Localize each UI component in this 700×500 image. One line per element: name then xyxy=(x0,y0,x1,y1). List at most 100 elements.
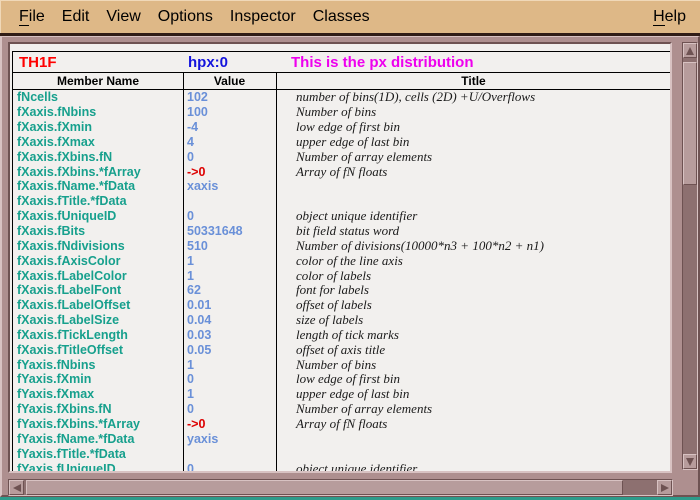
table-row[interactable]: fYaxis.fXbins.*fArray->0Array of fN floa… xyxy=(13,417,671,432)
value-cell: 1 xyxy=(183,387,276,401)
value-cell: 102 xyxy=(183,90,276,104)
class-name-label: TH1F xyxy=(19,54,57,71)
table-row[interactable]: fXaxis.fXbins.fN0Number of array element… xyxy=(13,149,671,164)
table-row[interactable]: fXaxis.fXmax4upper edge of last bin xyxy=(13,135,671,150)
table-row[interactable]: fXaxis.fBits50331648bit field status wor… xyxy=(13,224,671,239)
member-name-cell: fXaxis.fName.*fData xyxy=(13,179,183,193)
table-row[interactable]: fXaxis.fName.*fDataxaxis xyxy=(13,179,671,194)
table-row[interactable]: fXaxis.fLabelFont62font for labels xyxy=(13,283,671,298)
table-row[interactable]: fYaxis.fTitle.*fData xyxy=(13,446,671,461)
table-row[interactable]: fNcells102number of bins(1D), cells (2D)… xyxy=(13,90,671,105)
table-row[interactable]: fXaxis.fLabelSize0.04size of labels xyxy=(13,313,671,328)
menu-item-options[interactable]: Options xyxy=(158,8,213,26)
member-name-cell: fXaxis.fLabelOffset xyxy=(13,298,183,312)
menu-item-file[interactable]: File xyxy=(19,8,45,26)
up-arrow-icon xyxy=(686,47,694,55)
object-title-label: This is the px distribution xyxy=(291,54,474,71)
column-header-member-name: Member Name xyxy=(13,74,183,88)
value-cell: 0 xyxy=(183,150,276,164)
title-cell: length of tick marks xyxy=(276,327,671,343)
scroll-left-button[interactable] xyxy=(9,480,24,495)
object-name-label: hpx:0 xyxy=(188,54,228,71)
scroll-up-button[interactable] xyxy=(683,43,697,58)
title-cell: low edge of first bin xyxy=(276,119,671,135)
table-row[interactable]: fXaxis.fNdivisions510Number of divisions… xyxy=(13,238,671,253)
value-cell: 0 xyxy=(183,372,276,386)
member-name-cell: fXaxis.fLabelColor xyxy=(13,269,183,283)
horizontal-scrollbar[interactable] xyxy=(8,479,673,496)
column-header-value: Value xyxy=(183,74,276,88)
title-cell: Number of array elements xyxy=(276,149,671,165)
title-cell: bit field status word xyxy=(276,223,671,239)
scroll-down-button[interactable] xyxy=(683,454,697,469)
left-arrow-icon xyxy=(13,484,21,492)
member-name-cell: fYaxis.fNbins xyxy=(13,358,183,372)
table-row[interactable]: fXaxis.fTitle.*fData xyxy=(13,194,671,209)
menu-item-inspector[interactable]: Inspector xyxy=(230,8,296,26)
title-cell: Array of fN floats xyxy=(276,416,671,432)
value-cell: 1 xyxy=(183,269,276,283)
value-cell: 510 xyxy=(183,239,276,253)
title-cell: offset of labels xyxy=(276,297,671,313)
member-name-cell: fXaxis.fLabelSize xyxy=(13,313,183,327)
table-row[interactable]: fYaxis.fName.*fDatayaxis xyxy=(13,431,671,446)
title-cell: object unique identifier xyxy=(276,461,671,473)
member-name-cell: fXaxis.fAxisColor xyxy=(13,254,183,268)
member-name-cell: fYaxis.fTitle.*fData xyxy=(13,447,183,461)
value-cell: yaxis xyxy=(183,432,276,446)
menu-item-classes[interactable]: Classes xyxy=(313,8,370,26)
member-name-cell: fYaxis.fName.*fData xyxy=(13,432,183,446)
table-row[interactable]: fYaxis.fXmin0low edge of first bin xyxy=(13,372,671,387)
table-row[interactable]: fXaxis.fUniqueID0object unique identifie… xyxy=(13,209,671,224)
table-row[interactable]: fXaxis.fLabelColor1color of labels xyxy=(13,268,671,283)
title-cell: Number of bins xyxy=(276,104,671,120)
title-cell: font for labels xyxy=(276,282,671,298)
value-cell: 100 xyxy=(183,105,276,119)
value-cell: 4 xyxy=(183,135,276,149)
title-cell: size of labels xyxy=(276,312,671,328)
value-cell: 0 xyxy=(183,209,276,223)
title-cell: upper edge of last bin xyxy=(276,386,671,402)
member-name-cell: fXaxis.fXbins.*fArray xyxy=(13,165,183,179)
title-cell: object unique identifier xyxy=(276,208,671,224)
menu-bar: File Edit View Options Inspector Classes Help xyxy=(0,0,700,33)
menu-item-help[interactable]: Help xyxy=(653,8,686,26)
table-row[interactable]: fYaxis.fXmax1upper edge of last bin xyxy=(13,387,671,402)
value-cell: ->0 xyxy=(183,165,276,179)
vertical-scrollbar[interactable] xyxy=(682,42,698,470)
horizontal-scroll-thumb[interactable] xyxy=(26,480,623,495)
table-row[interactable]: fYaxis.fUniqueID0object unique identifie… xyxy=(13,461,671,473)
table-row[interactable]: fXaxis.fTickLength0.03length of tick mar… xyxy=(13,328,671,343)
table-row[interactable]: fXaxis.fLabelOffset0.01offset of labels xyxy=(13,298,671,313)
title-cell: offset of axis title xyxy=(276,342,671,358)
title-cell: Number of divisions(10000*n3 + 100*n2 + … xyxy=(276,238,671,254)
member-name-cell: fXaxis.fBits xyxy=(13,224,183,238)
member-name-cell: fXaxis.fLabelFont xyxy=(13,283,183,297)
table-row[interactable]: fXaxis.fXbins.*fArray->0Array of fN floa… xyxy=(13,164,671,179)
menu-item-view[interactable]: View xyxy=(106,8,140,26)
table-row[interactable]: fYaxis.fXbins.fN0Number of array element… xyxy=(13,402,671,417)
member-name-cell: fXaxis.fNdivisions xyxy=(13,239,183,253)
member-name-cell: fYaxis.fXmin xyxy=(13,372,183,386)
inspector-table: TH1F hpx:0 This is the px distribution M… xyxy=(12,51,671,473)
menu-hotkey-letter: F xyxy=(19,8,29,26)
member-name-cell: fXaxis.fXbins.fN xyxy=(13,150,183,164)
table-row[interactable]: fYaxis.fNbins1Number of bins xyxy=(13,357,671,372)
vertical-scroll-thumb[interactable] xyxy=(683,62,697,185)
title-cell: Number of array elements xyxy=(276,401,671,417)
menu-item-edit[interactable]: Edit xyxy=(62,8,90,26)
member-name-cell: fXaxis.fTickLength xyxy=(13,328,183,342)
title-cell: color of labels xyxy=(276,268,671,284)
member-name-cell: fYaxis.fXbins.fN xyxy=(13,402,183,416)
table-row[interactable]: fXaxis.fXmin-4low edge of first bin xyxy=(13,120,671,135)
member-name-cell: fXaxis.fTitle.*fData xyxy=(13,194,183,208)
value-cell: 0 xyxy=(183,402,276,416)
value-cell: xaxis xyxy=(183,179,276,193)
scroll-right-button[interactable] xyxy=(657,480,672,495)
member-name-cell: fXaxis.fNbins xyxy=(13,105,183,119)
table-row[interactable]: fXaxis.fTitleOffset0.05offset of axis ti… xyxy=(13,342,671,357)
member-name-cell: fYaxis.fXmax xyxy=(13,387,183,401)
table-row[interactable]: fXaxis.fNbins100Number of bins xyxy=(13,105,671,120)
table-row[interactable]: fXaxis.fAxisColor1color of the line axis xyxy=(13,253,671,268)
down-arrow-icon xyxy=(686,458,694,466)
